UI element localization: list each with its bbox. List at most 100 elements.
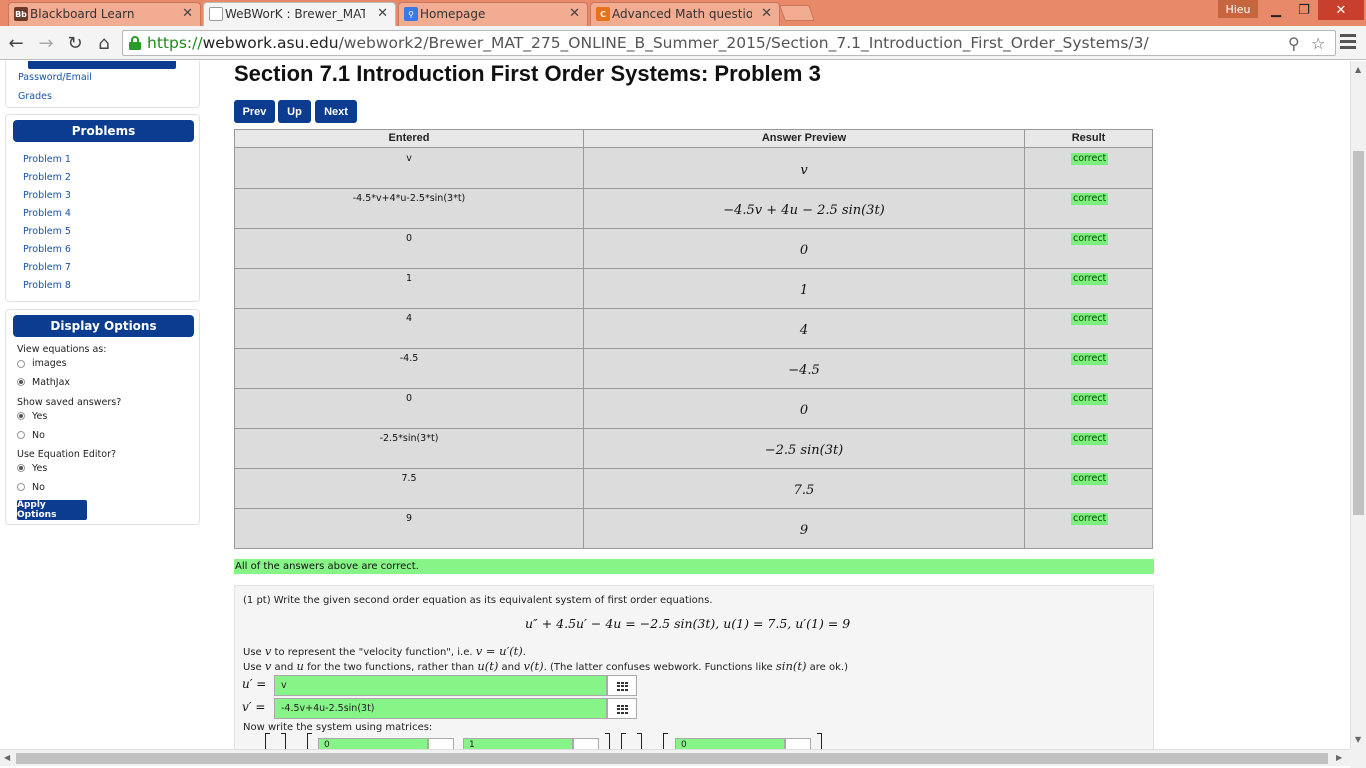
menu-icon[interactable]	[1340, 34, 1356, 52]
result-badge: correct	[1071, 513, 1109, 525]
editor-yes-radio[interactable]	[17, 464, 25, 472]
close-tab-icon[interactable]: ✕	[182, 6, 193, 21]
new-tab-button[interactable]	[779, 5, 815, 21]
bookmark-star-icon[interactable]: ☆	[1311, 34, 1325, 53]
problem-intro: (1 pt) Write the given second order equa…	[243, 595, 713, 606]
editor-no-radio[interactable]	[17, 483, 25, 491]
next-button[interactable]: Next	[315, 100, 357, 123]
reload-icon[interactable]: ↻	[63, 31, 87, 55]
vprime-answer-input[interactable]: -4.5v+4u-2.5sin(3t)	[274, 698, 607, 719]
uprime-label: u′ =	[242, 677, 267, 691]
problem-link-1[interactable]: Problem 1	[23, 154, 71, 165]
result-badge: correct	[1071, 473, 1109, 485]
equation-editor-button[interactable]	[607, 675, 637, 696]
equation-editor-button[interactable]	[607, 698, 637, 719]
equation-editor-button[interactable]	[428, 738, 454, 749]
entered-cell: 4	[405, 313, 413, 324]
restore-icon[interactable]: ❐	[1290, 0, 1318, 20]
scroll-up-icon[interactable]: ▲	[1355, 65, 1361, 74]
entered-cell: 1	[405, 273, 413, 284]
answer-row: 0 0 correct	[235, 389, 1152, 429]
equation-editor-button[interactable]	[573, 738, 599, 749]
answer-row: v v correct	[235, 149, 1152, 189]
matrix-bracket	[265, 733, 270, 749]
minimize-icon[interactable]: ▁	[1262, 0, 1290, 20]
velocity-instruction: Use v to represent the "velocity functio…	[243, 644, 526, 658]
problem-statement: (1 pt) Write the given second order equa…	[234, 585, 1154, 749]
search-icon[interactable]: ⚲	[1288, 34, 1300, 53]
problem-link-8[interactable]: Problem 8	[23, 280, 71, 291]
horizontal-scrollbar[interactable]: ◀ ▶	[0, 749, 1350, 766]
problem-link-3[interactable]: Problem 3	[23, 190, 71, 201]
result-badge: correct	[1071, 193, 1109, 205]
matrix-bracket	[281, 733, 286, 749]
result-header: Result	[1071, 132, 1106, 144]
problem-link-5[interactable]: Problem 5	[23, 226, 71, 237]
view-mathjax-radio[interactable]	[17, 378, 25, 386]
scroll-right-icon[interactable]: ▶	[1336, 753, 1342, 762]
up-button[interactable]: Up	[278, 100, 311, 123]
saved-yes-label: Yes	[32, 411, 48, 422]
matrix-entry-input[interactable]: 0	[318, 738, 428, 749]
matrix-instruction: Now write the system using matrices:	[243, 722, 433, 733]
matrix-entry-input[interactable]: 0	[675, 738, 785, 749]
close-tab-icon[interactable]: ✕	[377, 6, 388, 21]
preview-cell: 1	[799, 283, 809, 298]
saved-yes-radio[interactable]	[17, 412, 25, 420]
tab-blackboard[interactable]: Bb Blackboard Learn ✕	[8, 2, 201, 26]
result-badge: correct	[1071, 393, 1109, 405]
result-badge: correct	[1071, 273, 1109, 285]
preview-cell: −4.5	[788, 363, 820, 378]
tab-webwork[interactable]: WeBWorK : Brewer_MAT_2 ✕	[203, 2, 396, 26]
preview-cell: −2.5 sin(3t)	[764, 443, 844, 458]
tab-title: Advanced Math question	[612, 7, 752, 21]
problem-link-7[interactable]: Problem 7	[23, 262, 71, 273]
tab-advanced-math[interactable]: C Advanced Math question ✕	[590, 2, 780, 26]
webwork-page: Password/Email Grades Problems Problem 1…	[0, 61, 1350, 749]
tab-homepage[interactable]: ⚲ Homepage ✕	[398, 2, 588, 26]
answer-row: 4 4 correct	[235, 309, 1152, 349]
vertical-scrollbar[interactable]: ▲ ▼	[1350, 61, 1366, 749]
tab-title: WeBWorK : Brewer_MAT_2	[225, 7, 365, 21]
scroll-thumb[interactable]	[1353, 151, 1364, 515]
entered-cell: -2.5*sin(3*t)	[379, 433, 439, 444]
problem-link-2[interactable]: Problem 2	[23, 172, 71, 183]
matrix-bracket	[605, 733, 610, 749]
back-icon[interactable]: ←	[4, 31, 28, 55]
forward-icon[interactable]: →	[34, 31, 58, 55]
show-saved-label: Show saved answers?	[17, 397, 122, 408]
apply-options-button[interactable]: Apply Options	[17, 500, 87, 520]
url-text[interactable]: https://webwork.asu.edu/webwork2/Brewer_…	[147, 34, 1149, 52]
window-close-icon[interactable]: ✕	[1318, 0, 1364, 20]
function-instruction: Use v and u for the two functions, rathe…	[243, 659, 849, 673]
home-icon[interactable]: ⌂	[92, 31, 116, 55]
entered-cell: v	[406, 153, 412, 164]
view-mathjax-label: MathJax	[32, 377, 71, 388]
problem-link-6[interactable]: Problem 6	[23, 244, 71, 255]
answer-table-header: Entered Answer Preview Result	[235, 130, 1152, 148]
grades-link[interactable]: Grades	[18, 91, 52, 102]
uprime-answer-input[interactable]: v	[274, 675, 607, 696]
address-bar[interactable]: https://webwork.asu.edu/webwork2/Brewer_…	[122, 30, 1336, 56]
scroll-thumb[interactable]	[16, 753, 1328, 764]
entered-cell: 0	[405, 233, 413, 244]
view-images-radio[interactable]	[17, 360, 25, 368]
entered-cell: -4.5*v+4*u-2.5*sin(3*t)	[352, 193, 466, 204]
matrix-entry-input[interactable]: 1	[463, 738, 573, 749]
close-tab-icon[interactable]: ✕	[569, 6, 580, 21]
saved-no-radio[interactable]	[17, 431, 25, 439]
preview-cell: −4.5v + 4u − 2.5 sin(3t)	[723, 203, 885, 218]
prev-button[interactable]: Prev	[234, 100, 275, 123]
scroll-left-icon[interactable]: ◀	[4, 753, 10, 762]
close-tab-icon[interactable]: ✕	[761, 6, 772, 21]
view-equations-label: View equations as:	[17, 344, 107, 355]
problem-link-4[interactable]: Problem 4	[23, 208, 71, 219]
equation-editor-label: Use Equation Editor?	[17, 449, 117, 460]
password-email-link[interactable]: Password/Email	[18, 72, 92, 83]
user-profile-badge[interactable]: Hieu	[1218, 0, 1258, 18]
tab-title: Homepage	[420, 7, 486, 21]
scroll-down-icon[interactable]: ▼	[1355, 735, 1361, 744]
editor-yes-label: Yes	[32, 463, 48, 474]
answer-row: 1 1 correct	[235, 269, 1152, 309]
equation-editor-button[interactable]	[785, 738, 811, 749]
